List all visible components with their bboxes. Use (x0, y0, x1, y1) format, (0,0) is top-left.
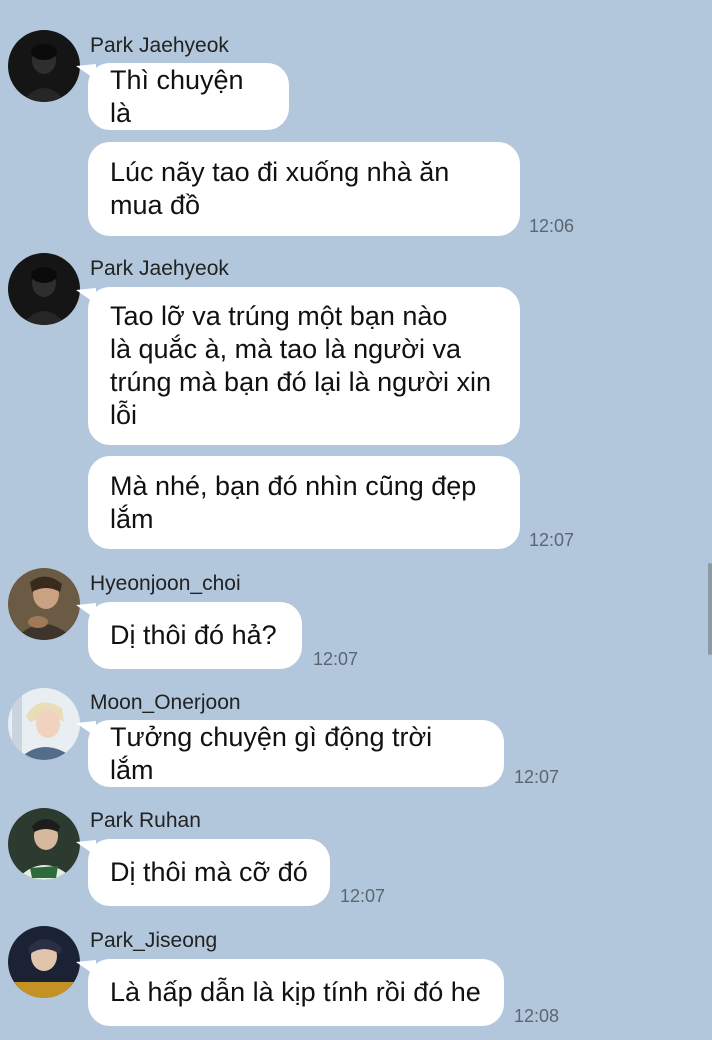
message-line: Dị thôi mà cỡ đó (110, 857, 308, 887)
sender-name: Park_Jiseong (90, 929, 218, 952)
message-time: 12:07 (340, 886, 386, 906)
message-bubble[interactable]: Là hấp dẫn là kịp tính rồi đó he (88, 959, 504, 1026)
message-line: là quắc à, mà tao là người va (110, 334, 461, 364)
message-line: lắm (110, 503, 154, 534)
message-bubble[interactable]: Mà nhé, bạn đó nhìn cũng đẹp lắm (88, 456, 520, 549)
message-line: trúng mà bạn đó lại là người xin (110, 367, 491, 397)
message-bubble[interactable]: Lúc nãy tao đi xuống nhà ăn mua đồ (88, 142, 520, 236)
message-line: Tưởng chuyện gì động trời lắm (110, 721, 433, 785)
message-bubble[interactable]: Dị thôi đó hả? (88, 602, 302, 669)
sender-name: Hyeonjoon_choi (90, 572, 241, 595)
message-bubble[interactable]: Thì chuyện là (88, 63, 289, 130)
message-time: 12:07 (313, 649, 359, 669)
sender-name: Park Jaehyeok (90, 34, 229, 57)
sender-name: Moon_Onerjoon (90, 691, 241, 714)
message-time: 12:06 (529, 216, 575, 236)
avatar-moon-onerjoon[interactable] (8, 688, 80, 760)
message-bubble[interactable]: Tưởng chuyện gì động trời lắm (88, 720, 504, 787)
scrollbar[interactable] (708, 563, 712, 655)
message-time: 12:07 (514, 767, 560, 787)
message-time: 12:08 (514, 1006, 560, 1026)
message-line: Là hấp dẫn là kịp tính rồi đó he (110, 977, 481, 1007)
sender-name: Park Ruhan (90, 809, 201, 832)
message-line: Dị thôi đó hả? (110, 620, 277, 650)
avatar-park-ruhan[interactable] (8, 808, 80, 880)
message-bubble[interactable]: Tao lỡ va trúng một bạn nào là quắc à, m… (88, 287, 520, 445)
message-line: lỗi (110, 400, 138, 430)
avatar-hyeonjoon-choi[interactable] (8, 568, 80, 640)
message-line: mua đồ (110, 190, 201, 220)
message-line: Lúc nãy tao đi xuống nhà ăn (110, 157, 450, 187)
message-line: Thì chuyện là (110, 64, 244, 128)
avatar-park-jaehyeok[interactable] (8, 253, 80, 325)
message-bubble[interactable]: Dị thôi mà cỡ đó (88, 839, 330, 906)
message-line: Tao lỡ va trúng một bạn nào (110, 301, 448, 331)
message-line: Mà nhé, bạn đó nhìn cũng đẹp (110, 470, 477, 501)
sender-name: Park Jaehyeok (90, 257, 229, 280)
avatar-park-jiseong[interactable] (8, 926, 80, 998)
message-time: 12:07 (529, 530, 575, 550)
avatar-park-jaehyeok[interactable] (8, 30, 80, 102)
